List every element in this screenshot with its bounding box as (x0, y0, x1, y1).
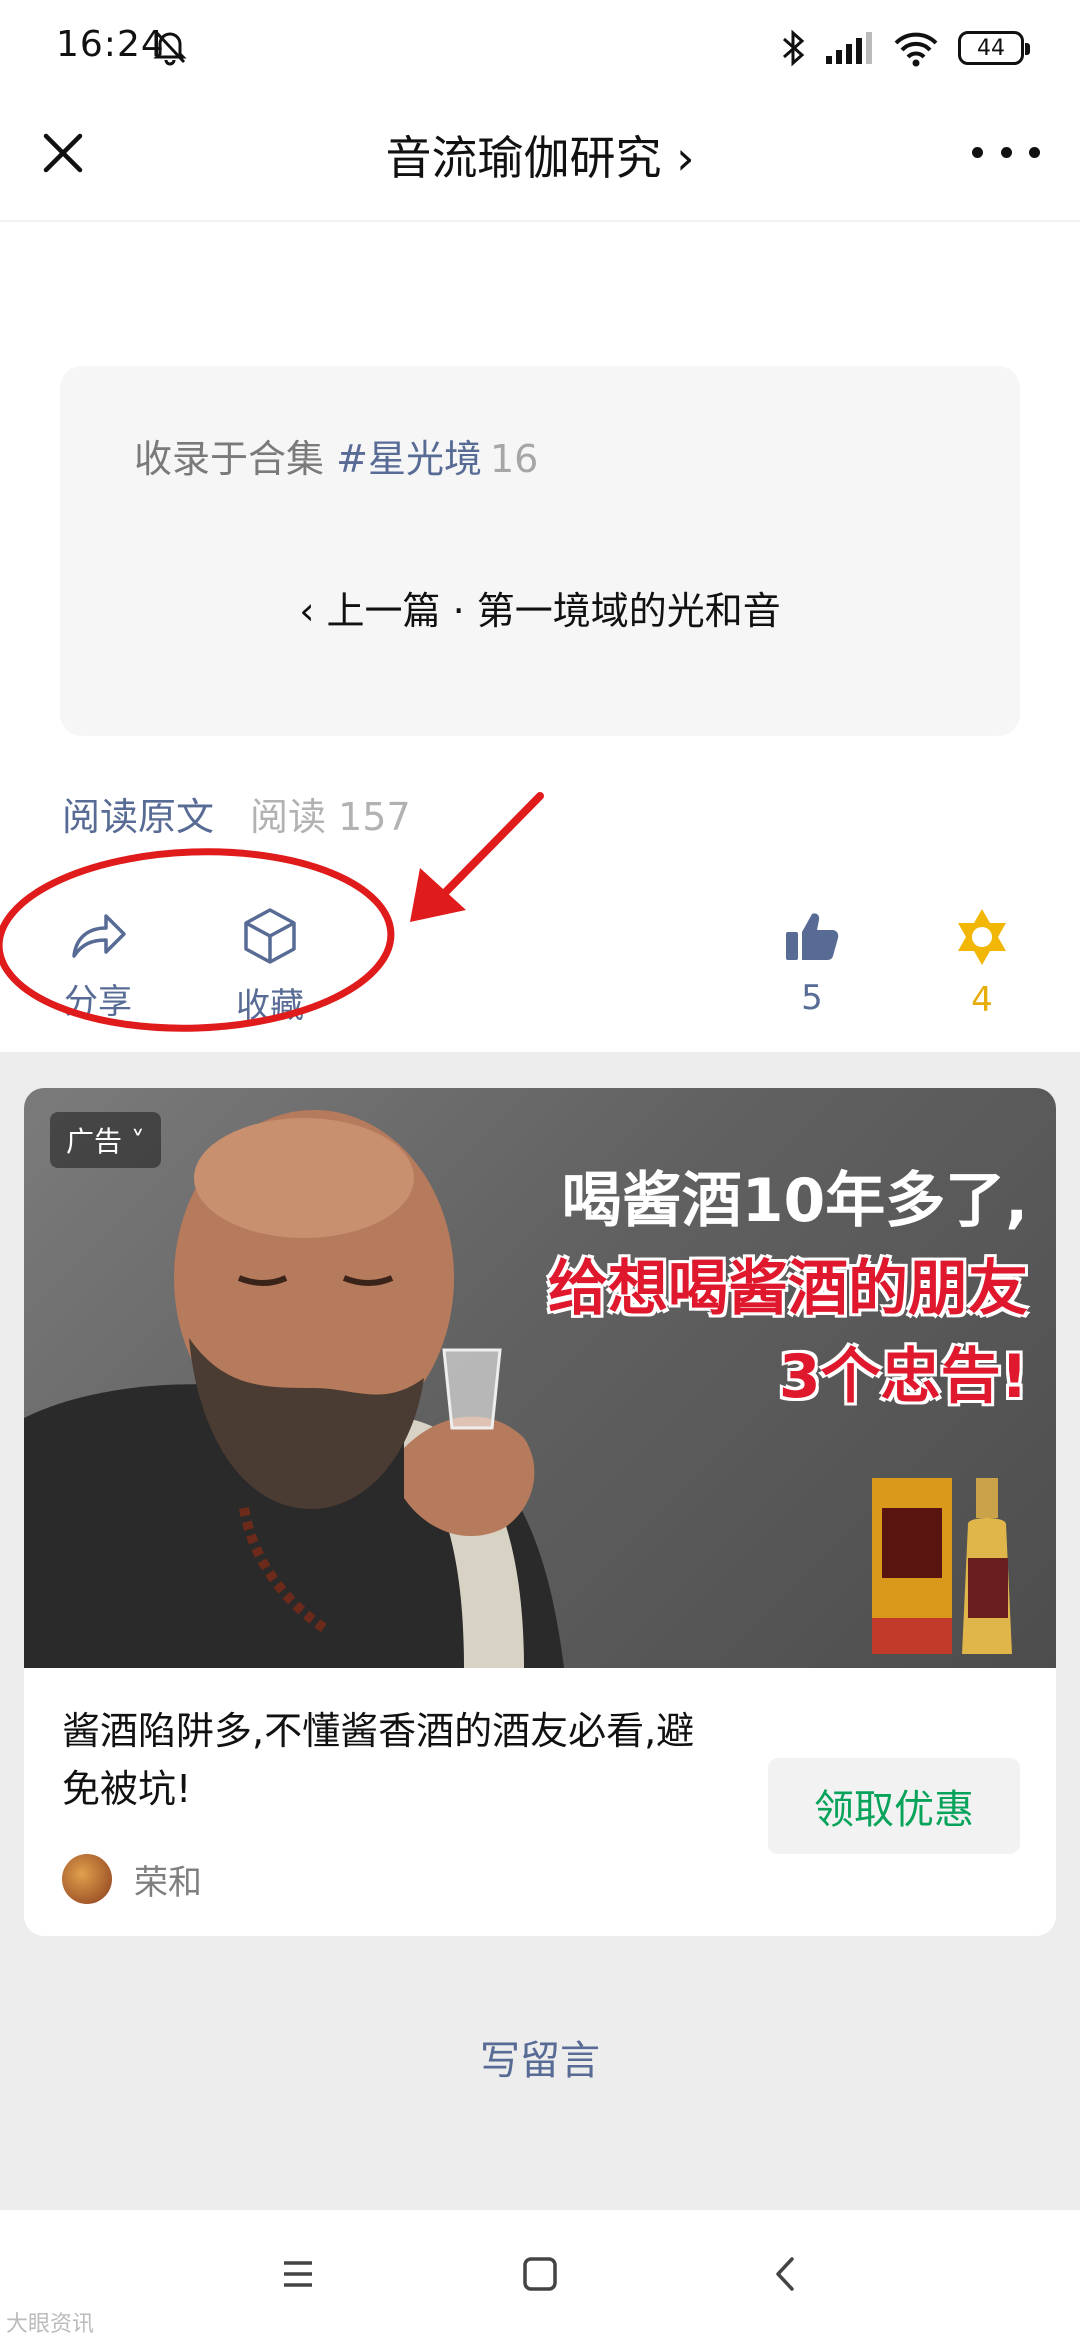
read-count: 阅读 157 (250, 795, 411, 839)
ad-headline-1: 喝酱酒10年多了, (561, 1166, 1028, 1236)
home-icon[interactable] (520, 2254, 560, 2294)
collection-card[interactable]: 收录于合集 #星光境 16 ‹ 上一篇 · 第一境域的光和音 (60, 366, 1020, 736)
share-icon (72, 914, 126, 958)
system-nav-bar: 大眼资讯 (0, 2210, 1080, 2340)
menu-icon[interactable] (278, 2254, 318, 2294)
star-icon (958, 909, 1006, 965)
wow-button[interactable]: 4 (922, 906, 1042, 1020)
claim-offer-button[interactable]: 领取优惠 (768, 1758, 1020, 1854)
share-label: 分享 (64, 982, 132, 1022)
ad-image[interactable]: 广告 ˅ 喝酱酒10年多了, 给想喝酱酒的朋友 3个忠告! (24, 1088, 1056, 1668)
ad-card[interactable]: 广告 ˅ 喝酱酒10年多了, 给想喝酱酒的朋友 3个忠告! 酱酒陷阱多,不懂酱香… (24, 1088, 1056, 1936)
ad-headline-3: 3个忠告! (778, 1342, 1028, 1412)
cube-icon (244, 908, 296, 964)
ad-headline-2: 给想喝酱酒的朋友 (548, 1254, 1028, 1324)
title-bar: 音流瑜伽研究 › (0, 96, 1080, 222)
wow-count: 4 (971, 980, 993, 1020)
read-original-link[interactable]: 阅读原文 (62, 795, 214, 839)
status-bar: 16:24 44 (0, 0, 1080, 96)
share-button[interactable]: 分享 (38, 906, 158, 1023)
collection-tag[interactable]: #星光境 (336, 437, 482, 481)
ad-product-bottles (872, 1478, 1012, 1654)
favorite-button[interactable]: 收藏 (210, 906, 330, 1027)
previous-article-link[interactable]: ‹ 上一篇 · 第一境域的光和音 (60, 580, 1020, 635)
article-meta: 阅读原文 阅读 157 (62, 786, 411, 841)
brand-avatar (62, 1854, 112, 1904)
account-title[interactable]: 音流瑜伽研究 › (0, 122, 1080, 188)
more-options-icon[interactable] (972, 132, 1040, 172)
bell-muted-icon (153, 30, 187, 66)
status-time: 16:24 (56, 24, 165, 65)
thumbs-up-icon (786, 913, 839, 960)
collection-prefix: 收录于合集 (134, 437, 325, 481)
write-comment-button[interactable]: 写留言 (0, 2028, 1080, 2086)
battery-indicator: 44 (958, 31, 1030, 65)
wifi-icon (894, 32, 938, 67)
ad-description[interactable]: 酱酒陷阱多,不懂酱香酒的酒友必看,避免被坑! (62, 1702, 722, 1818)
back-icon[interactable] (766, 2254, 806, 2294)
like-button[interactable]: 5 (752, 906, 872, 1018)
ad-brand[interactable]: 荣和 (62, 1854, 202, 1904)
ad-badge[interactable]: 广告 ˅ (50, 1112, 161, 1168)
feed-area: 广告 ˅ 喝酱酒10年多了, 给想喝酱酒的朋友 3个忠告! 酱酒陷阱多,不懂酱香… (0, 1052, 1080, 2210)
favorite-label: 收藏 (236, 986, 304, 1026)
like-count: 5 (801, 978, 823, 1018)
bluetooth-icon (783, 29, 805, 67)
brand-name: 荣和 (134, 1862, 202, 1903)
collection-count: 16 (489, 437, 539, 481)
watermark: 大眼资讯 (6, 2312, 95, 2337)
signal-icon (826, 32, 872, 64)
collection-info: 收录于合集 #星光境 16 (134, 428, 538, 483)
